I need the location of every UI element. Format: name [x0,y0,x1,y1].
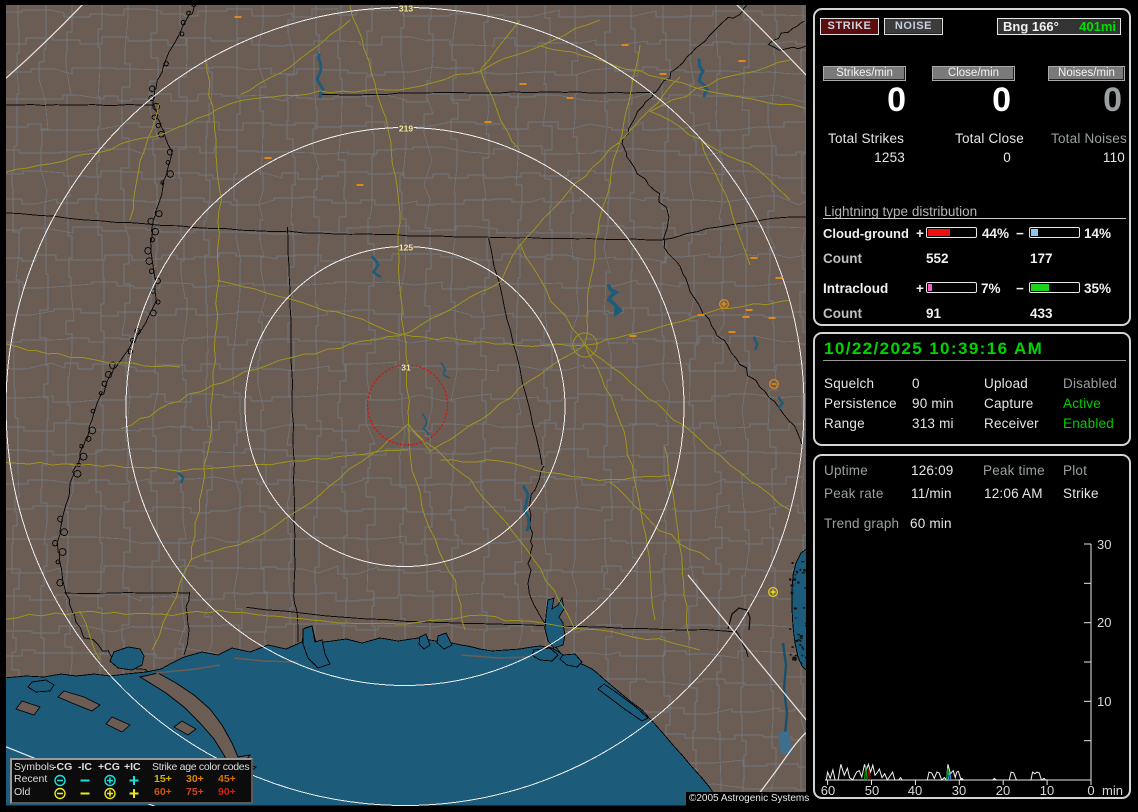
svg-text:31: 31 [401,363,411,373]
svg-text:30: 30 [952,783,966,798]
svg-text:min: min [1102,783,1123,798]
svg-text:10: 10 [1040,783,1054,798]
svg-text:125: 125 [399,243,413,253]
svg-text:313: 313 [399,5,413,14]
svg-text:60: 60 [821,783,835,798]
svg-text:30: 30 [1097,537,1111,552]
svg-text:10: 10 [1097,694,1111,709]
svg-text:20: 20 [1097,615,1111,630]
svg-text:20: 20 [996,783,1010,798]
svg-text:50: 50 [865,783,879,798]
svg-text:40: 40 [908,783,922,798]
svg-text:219: 219 [399,124,413,134]
svg-text:0: 0 [1087,783,1094,798]
